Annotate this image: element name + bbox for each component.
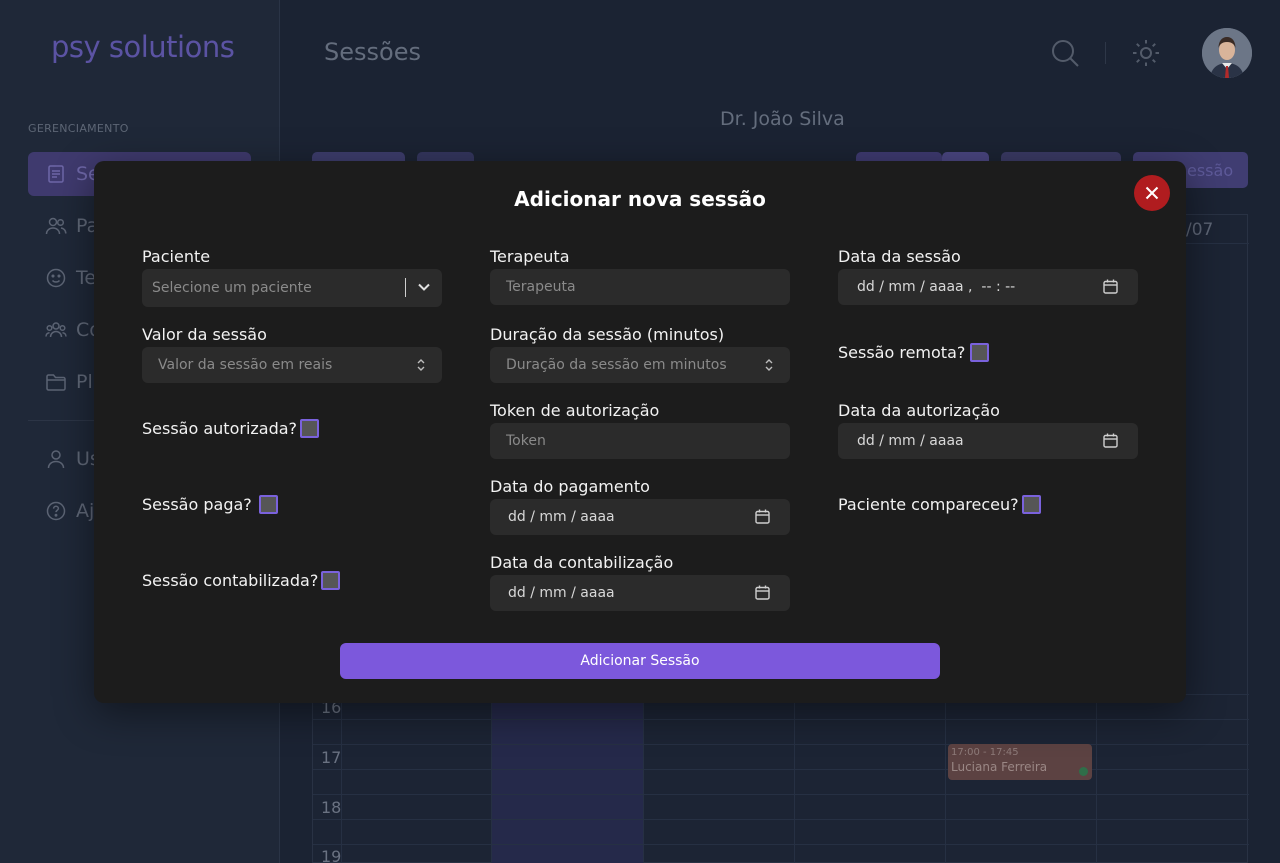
accounted-checkbox[interactable] [321, 571, 340, 590]
close-button[interactable] [1134, 175, 1170, 211]
avatar[interactable] [1202, 28, 1252, 78]
chevron-down-icon[interactable] [417, 280, 431, 298]
folder-icon [45, 371, 67, 393]
session-date-label: Data da sessão [838, 247, 961, 266]
status-dot-icon [1079, 767, 1088, 776]
calendar-icon[interactable] [755, 509, 770, 528]
group-icon [45, 319, 67, 341]
spinner-icon[interactable] [414, 356, 428, 374]
accounting-date-placeholder: dd / mm / aaaa [508, 585, 615, 601]
hour-label: 19 [321, 847, 342, 863]
add-session-button-label: essão [1187, 161, 1234, 180]
payment-date-placeholder: dd / mm / aaaa [508, 509, 615, 525]
modal-title: Adicionar nova sessão [514, 187, 766, 211]
therapist-label: Terapeuta [490, 247, 570, 266]
session-date-input[interactable]: dd / mm / aaaa , -- : -- [838, 269, 1138, 305]
help-icon [45, 500, 67, 522]
duration-input[interactable]: Duração da sessão em minutos [490, 347, 790, 383]
calendar-event[interactable]: 17:00 - 17:45 Luciana Ferreira [948, 744, 1092, 780]
users-icon [45, 215, 67, 237]
search-icon[interactable] [1050, 38, 1080, 72]
session-value-label: Valor da sessão [142, 325, 267, 344]
calendar-icon[interactable] [1103, 433, 1118, 452]
auth-date-placeholder: dd / mm / aaaa [857, 433, 964, 449]
calendar-column-date: /07 [1186, 220, 1214, 240]
accounting-date-label: Data da contabilização [490, 553, 674, 572]
duration-label: Duração da sessão (minutos) [490, 325, 725, 344]
paid-label: Sessão paga? [142, 495, 252, 514]
calendar-icon[interactable] [1103, 279, 1118, 298]
duration-placeholder: Duração da sessão em minutos [506, 357, 727, 373]
calendar-icon[interactable] [755, 585, 770, 604]
paid-checkbox[interactable] [259, 495, 278, 514]
auth-token-input[interactable] [490, 423, 790, 459]
hour-label: 17 [321, 748, 342, 767]
hour-label: 18 [321, 798, 342, 817]
accounting-date-input[interactable]: dd / mm / aaaa [490, 575, 790, 611]
select-separator [405, 278, 406, 297]
smile-icon [45, 267, 67, 289]
sidebar-item-label: Pl [76, 371, 93, 393]
sun-icon[interactable] [1132, 39, 1160, 71]
session-date-placeholder: dd / mm / aaaa , -- : -- [857, 279, 1016, 295]
avatar-image [1202, 28, 1252, 78]
therapist-name: Dr. João Silva [720, 108, 845, 130]
auth-date-input[interactable]: dd / mm / aaaa [838, 423, 1138, 459]
page-title: Sessões [324, 38, 421, 66]
auth-date-label: Data da autorização [838, 401, 1000, 420]
authorized-label: Sessão autorizada? [142, 419, 298, 438]
header-divider [1105, 42, 1106, 64]
add-session-modal: Adicionar nova sessão Paciente Selecione… [94, 161, 1186, 703]
document-icon [45, 163, 67, 185]
therapist-input[interactable] [490, 269, 790, 305]
attended-label: Paciente compareceu? [838, 495, 1019, 514]
remote-checkbox[interactable] [970, 343, 989, 362]
auth-token-label: Token de autorização [490, 401, 660, 420]
authorized-checkbox[interactable] [300, 419, 319, 438]
close-icon [1145, 186, 1159, 200]
user-icon [45, 448, 67, 470]
event-patient: Luciana Ferreira [951, 760, 1048, 774]
spinner-icon[interactable] [762, 356, 776, 374]
accounted-label: Sessão contabilizada? [142, 571, 319, 590]
session-value-input[interactable]: Valor da sessão em reais [142, 347, 442, 383]
sidebar-section-label: GERENCIAMENTO [28, 122, 129, 135]
patient-select-placeholder: Selecione um paciente [152, 280, 312, 296]
patient-select[interactable]: Selecione um paciente [142, 269, 442, 307]
session-value-placeholder: Valor da sessão em reais [158, 357, 333, 373]
sidebar-item-label: Aj [76, 500, 95, 522]
attended-checkbox[interactable] [1022, 495, 1041, 514]
event-time: 17:00 - 17:45 [951, 747, 1019, 758]
add-session-submit-button[interactable]: Adicionar Sessão [340, 643, 940, 679]
remote-label: Sessão remota? [838, 343, 966, 362]
payment-date-input[interactable]: dd / mm / aaaa [490, 499, 790, 535]
payment-date-label: Data do pagamento [490, 477, 650, 496]
app-logo: psy solutions [51, 30, 235, 64]
patient-label: Paciente [142, 247, 211, 266]
